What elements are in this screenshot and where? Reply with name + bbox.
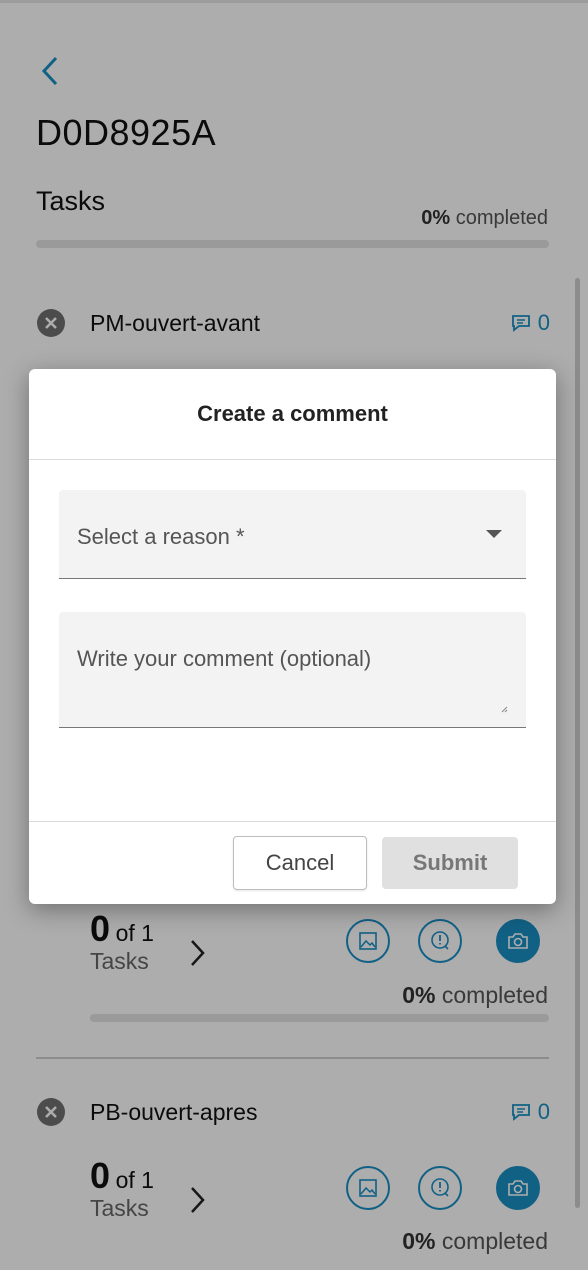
dropdown-arrow-icon xyxy=(486,530,502,538)
dialog-title: Create a comment xyxy=(29,369,556,460)
reason-select[interactable]: Select a reason * xyxy=(59,490,526,579)
dialog-footer-divider xyxy=(29,821,556,822)
reason-select-placeholder: Select a reason * xyxy=(77,524,245,549)
submit-button[interactable]: Submit xyxy=(382,837,518,889)
comment-textarea-placeholder: Write your comment (optional) xyxy=(77,646,372,671)
create-comment-dialog: Create a comment Select a reason * Write… xyxy=(29,369,556,904)
comment-textarea[interactable]: Write your comment (optional) xyxy=(59,612,526,728)
cancel-button[interactable]: Cancel xyxy=(233,836,367,890)
resize-grip-icon[interactable] xyxy=(500,705,508,713)
